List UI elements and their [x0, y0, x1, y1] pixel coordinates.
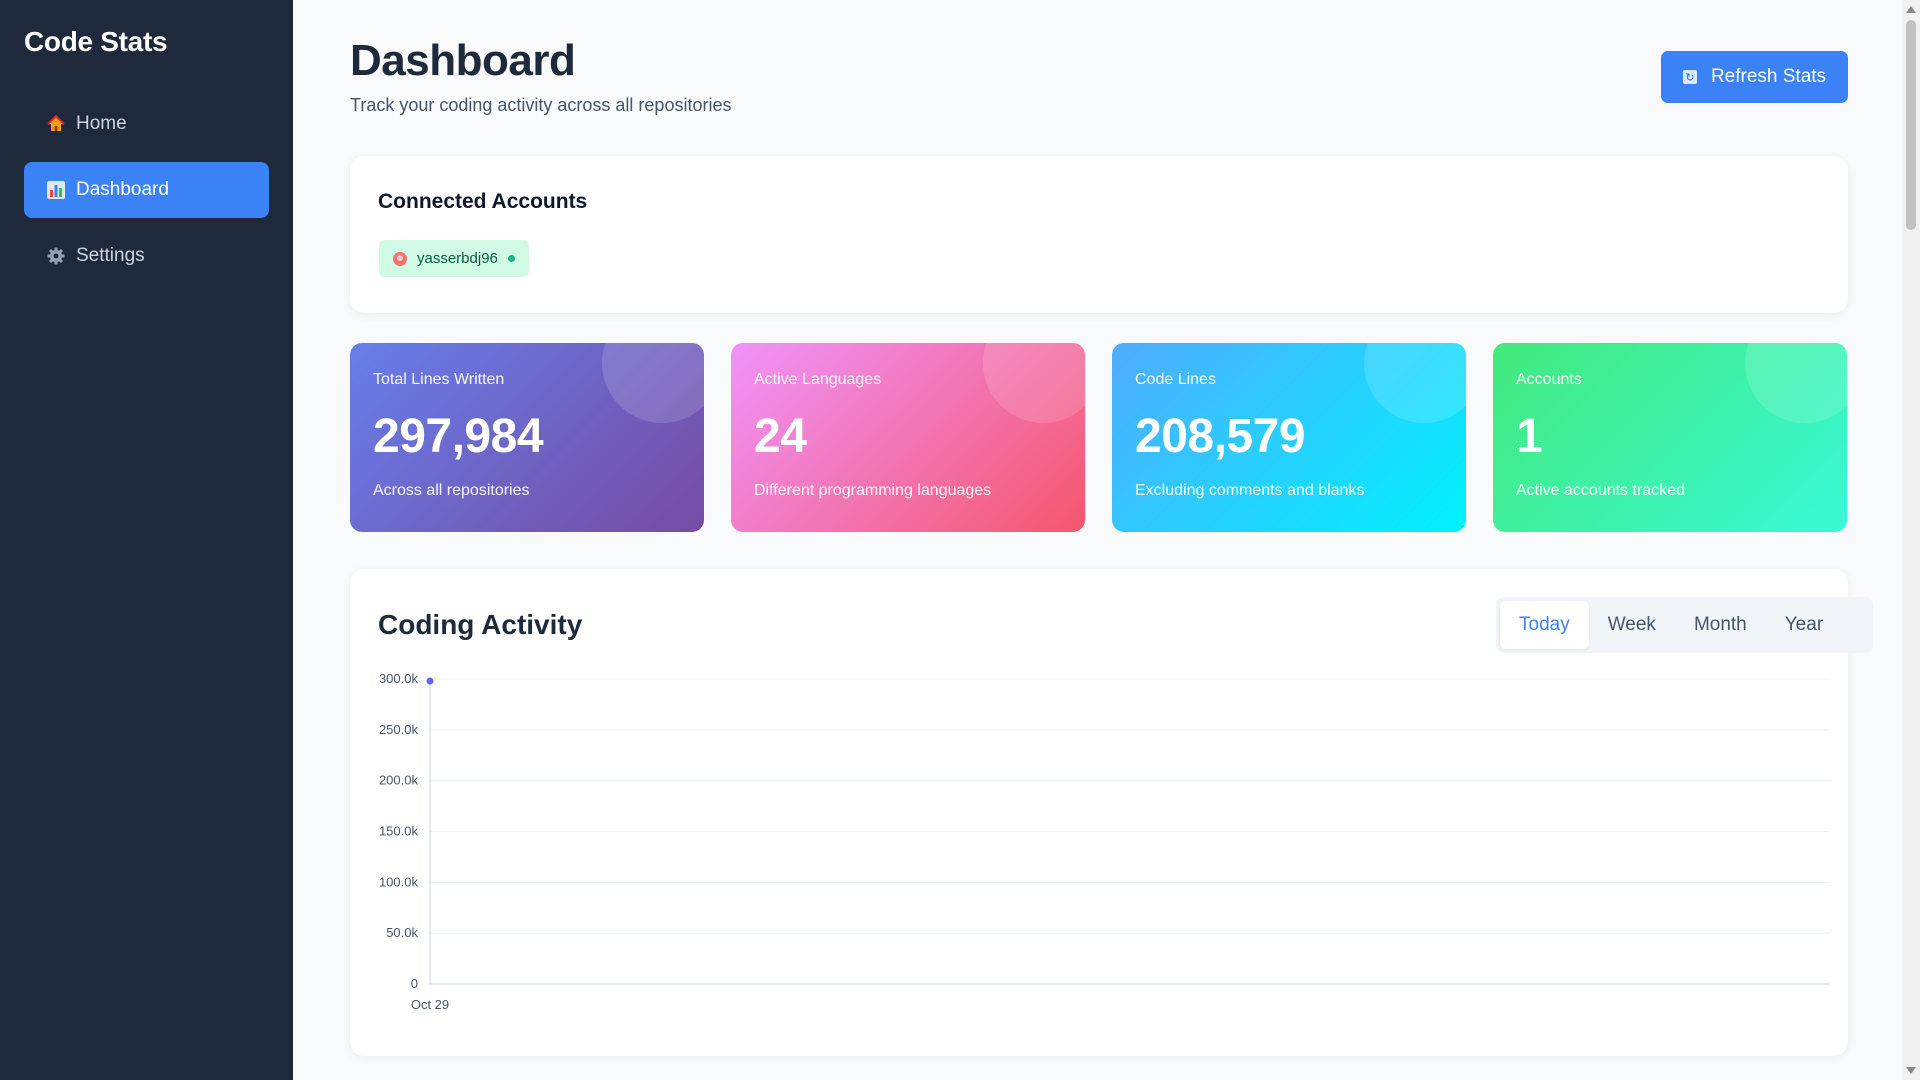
- chart-icon: [46, 180, 66, 200]
- stat-description: Different programming languages: [754, 482, 992, 499]
- stat-card-code-lines: Code Lines 208,579 Excluding comments an…: [1112, 343, 1466, 532]
- connected-accounts-card: Connected Accounts yasserbdj96: [350, 156, 1848, 313]
- sidebar-item-dashboard[interactable]: Dashboard: [24, 162, 269, 218]
- gear-icon: [46, 246, 66, 266]
- account-name: yasserbdj96: [417, 250, 498, 267]
- y-tick-label: 250.0k: [379, 722, 419, 737]
- y-tick-label: 50.0k: [386, 925, 418, 940]
- stat-card-active-languages: Active Languages 24 Different programmin…: [731, 343, 1085, 532]
- scroll-thumb[interactable]: [1906, 20, 1916, 230]
- y-tick-label: 150.0k: [379, 824, 419, 839]
- data-point: [426, 677, 434, 685]
- y-tick-label: 100.0k: [379, 874, 419, 889]
- activity-chart: 0 50.0k 100.0k 150.0k 200.0k 250.0k 300.0k Oct …: [379, 671, 1830, 1012]
- tab-week[interactable]: Week: [1589, 601, 1675, 649]
- stat-label: Accounts: [1516, 371, 1582, 388]
- stat-description: Active accounts tracked: [1516, 482, 1685, 499]
- main-content: Dashboard Track your coding activity acr…: [293, 0, 1902, 1080]
- sidebar-item-label: Home: [76, 113, 127, 134]
- tab-month[interactable]: Month: [1675, 601, 1766, 649]
- page-title: Dashboard: [350, 36, 576, 85]
- stat-value: 208,579: [1135, 410, 1306, 463]
- stat-value: 24: [754, 410, 807, 463]
- account-chip[interactable]: yasserbdj96: [379, 240, 529, 277]
- sidebar-item-label: Dashboard: [76, 179, 169, 200]
- tab-year[interactable]: Year: [1766, 601, 1842, 649]
- sidebar: Code Stats Home Dashboard Settings: [0, 0, 293, 1080]
- y-tick-label: 300.0k: [379, 671, 419, 686]
- stat-label: Total Lines Written: [373, 371, 505, 388]
- refresh-stats-button[interactable]: ↻ Refresh Stats: [1661, 51, 1848, 103]
- stat-description: Excluding comments and blanks: [1135, 482, 1365, 499]
- y-tick-label: 200.0k: [379, 773, 419, 788]
- scrollbar[interactable]: [1902, 0, 1920, 1080]
- y-tick-label: 0: [411, 976, 418, 991]
- stat-value: 1: [1516, 410, 1543, 463]
- stat-card-accounts: Accounts 1 Active accounts tracked: [1493, 343, 1847, 532]
- scroll-down-icon[interactable]: [1906, 1067, 1916, 1074]
- app-brand: Code Stats: [24, 26, 168, 57]
- connected-accounts-title: Connected Accounts: [378, 190, 588, 213]
- tab-today[interactable]: Today: [1500, 601, 1589, 649]
- stat-label: Code Lines: [1135, 371, 1216, 388]
- period-selector: Today Week Month Year: [1496, 597, 1873, 653]
- status-dot-icon: [507, 255, 515, 262]
- sidebar-item-label: Settings: [76, 245, 145, 266]
- sidebar-item-home[interactable]: Home: [24, 96, 269, 152]
- stat-description: Across all repositories: [373, 482, 530, 499]
- github-avatar-icon: [393, 251, 407, 266]
- refresh-button-label: Refresh Stats: [1710, 66, 1827, 87]
- refresh-icon: ↻: [1682, 70, 1697, 84]
- stat-value: 297,984: [373, 410, 544, 463]
- scroll-up-icon[interactable]: [1906, 6, 1916, 13]
- sidebar-item-settings[interactable]: Settings: [24, 228, 269, 284]
- coding-activity-title: Coding Activity: [378, 609, 583, 640]
- home-icon: [46, 114, 66, 134]
- coding-activity-card: Coding Activity Today Week Month Year 0 5…: [350, 569, 1873, 1056]
- page-subtitle: Track your coding activity across all re…: [350, 95, 732, 115]
- x-tick-label: Oct 29: [411, 997, 449, 1012]
- stat-label: Active Languages: [754, 371, 882, 388]
- stat-card-total-lines: Total Lines Written 297,984 Across all r…: [350, 343, 704, 532]
